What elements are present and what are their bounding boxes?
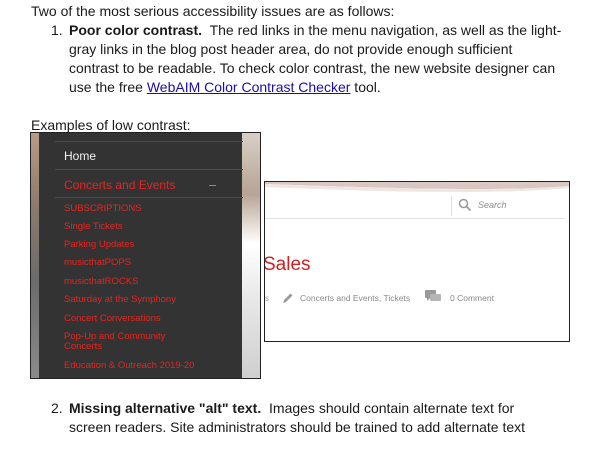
issue-number: 2.	[51, 400, 63, 416]
blog-header-screenshot-image: Search Sales s Concerts and Events, Tick…	[264, 181, 570, 342]
issue-text-line: contrast to be readable. To check color …	[69, 60, 556, 76]
comment-icon	[425, 290, 441, 301]
submenu-item[interactable]: Concert Conversations	[64, 314, 214, 324]
menu-item-concerts-and-events[interactable]: Concerts and Events	[64, 178, 175, 192]
search-divider	[451, 196, 452, 216]
issue-text-line: screen readers. Site administrators shou…	[69, 419, 526, 435]
collapse-toggle-icon[interactable]	[209, 185, 216, 186]
search-input[interactable]: Search	[478, 200, 507, 210]
issue-text-line: gray links in the blog post header area,…	[69, 41, 513, 57]
issue-text-line: Images should contain alternate text for	[269, 400, 515, 416]
issue-text-line: tool.	[350, 79, 381, 95]
menu-divider	[55, 141, 243, 142]
issue-2: 2. Missing alternative "alt" text. Image…	[51, 399, 571, 437]
issue-title: Missing alternative "alt" text.	[69, 400, 262, 416]
issue-1: 1. Poor color contrast. The red links in…	[51, 21, 571, 97]
issue-title: Poor color contrast.	[69, 22, 203, 38]
submenu-item[interactable]: SUBSCRIPTIONS	[64, 204, 214, 214]
webaim-contrast-checker-link[interactable]: WebAIM Color Contrast Checker	[147, 79, 351, 95]
issue-text-line: The red links in the menu navigation, as…	[209, 22, 562, 38]
post-title[interactable]: Sales	[265, 254, 311, 276]
submenu-item[interactable]: Single Tickets	[64, 222, 214, 232]
header-swoosh-decoration	[265, 182, 569, 193]
submenu-item[interactable]: musicthatPOPS	[64, 258, 214, 268]
menu-divider	[55, 169, 243, 170]
meta-fragment: s	[265, 294, 269, 303]
menu-item-home[interactable]: Home	[64, 149, 96, 163]
issue-text-line: use the free	[69, 79, 147, 95]
post-categories-links[interactable]: Concerts and Events, Tickets	[300, 293, 410, 303]
background-photo-edge	[31, 133, 39, 378]
submenu-item[interactable]: Education & Outreach 2019-20	[64, 361, 214, 371]
search-icon[interactable]	[458, 198, 472, 212]
submenu-item[interactable]: Pop-Up and Community Concerts	[64, 332, 184, 352]
submenu-item[interactable]: musicthatROCKS	[64, 277, 214, 287]
post-comments-link[interactable]: 0 Comment	[450, 293, 494, 303]
intro-text: Two of the most serious accessibility is…	[31, 3, 395, 19]
submenu-item[interactable]: Parking Updates	[64, 240, 214, 250]
background-photo-edge	[242, 133, 260, 378]
menu-divider	[55, 197, 243, 198]
issue-number: 1.	[51, 22, 63, 38]
pencil-icon	[283, 293, 293, 303]
submenu-item[interactable]: Saturday at the Symphony	[64, 295, 214, 305]
header-divider	[265, 218, 565, 219]
menu-screenshot-image: Home Concerts and Events SUBSCRIPTIONS S…	[30, 132, 261, 379]
